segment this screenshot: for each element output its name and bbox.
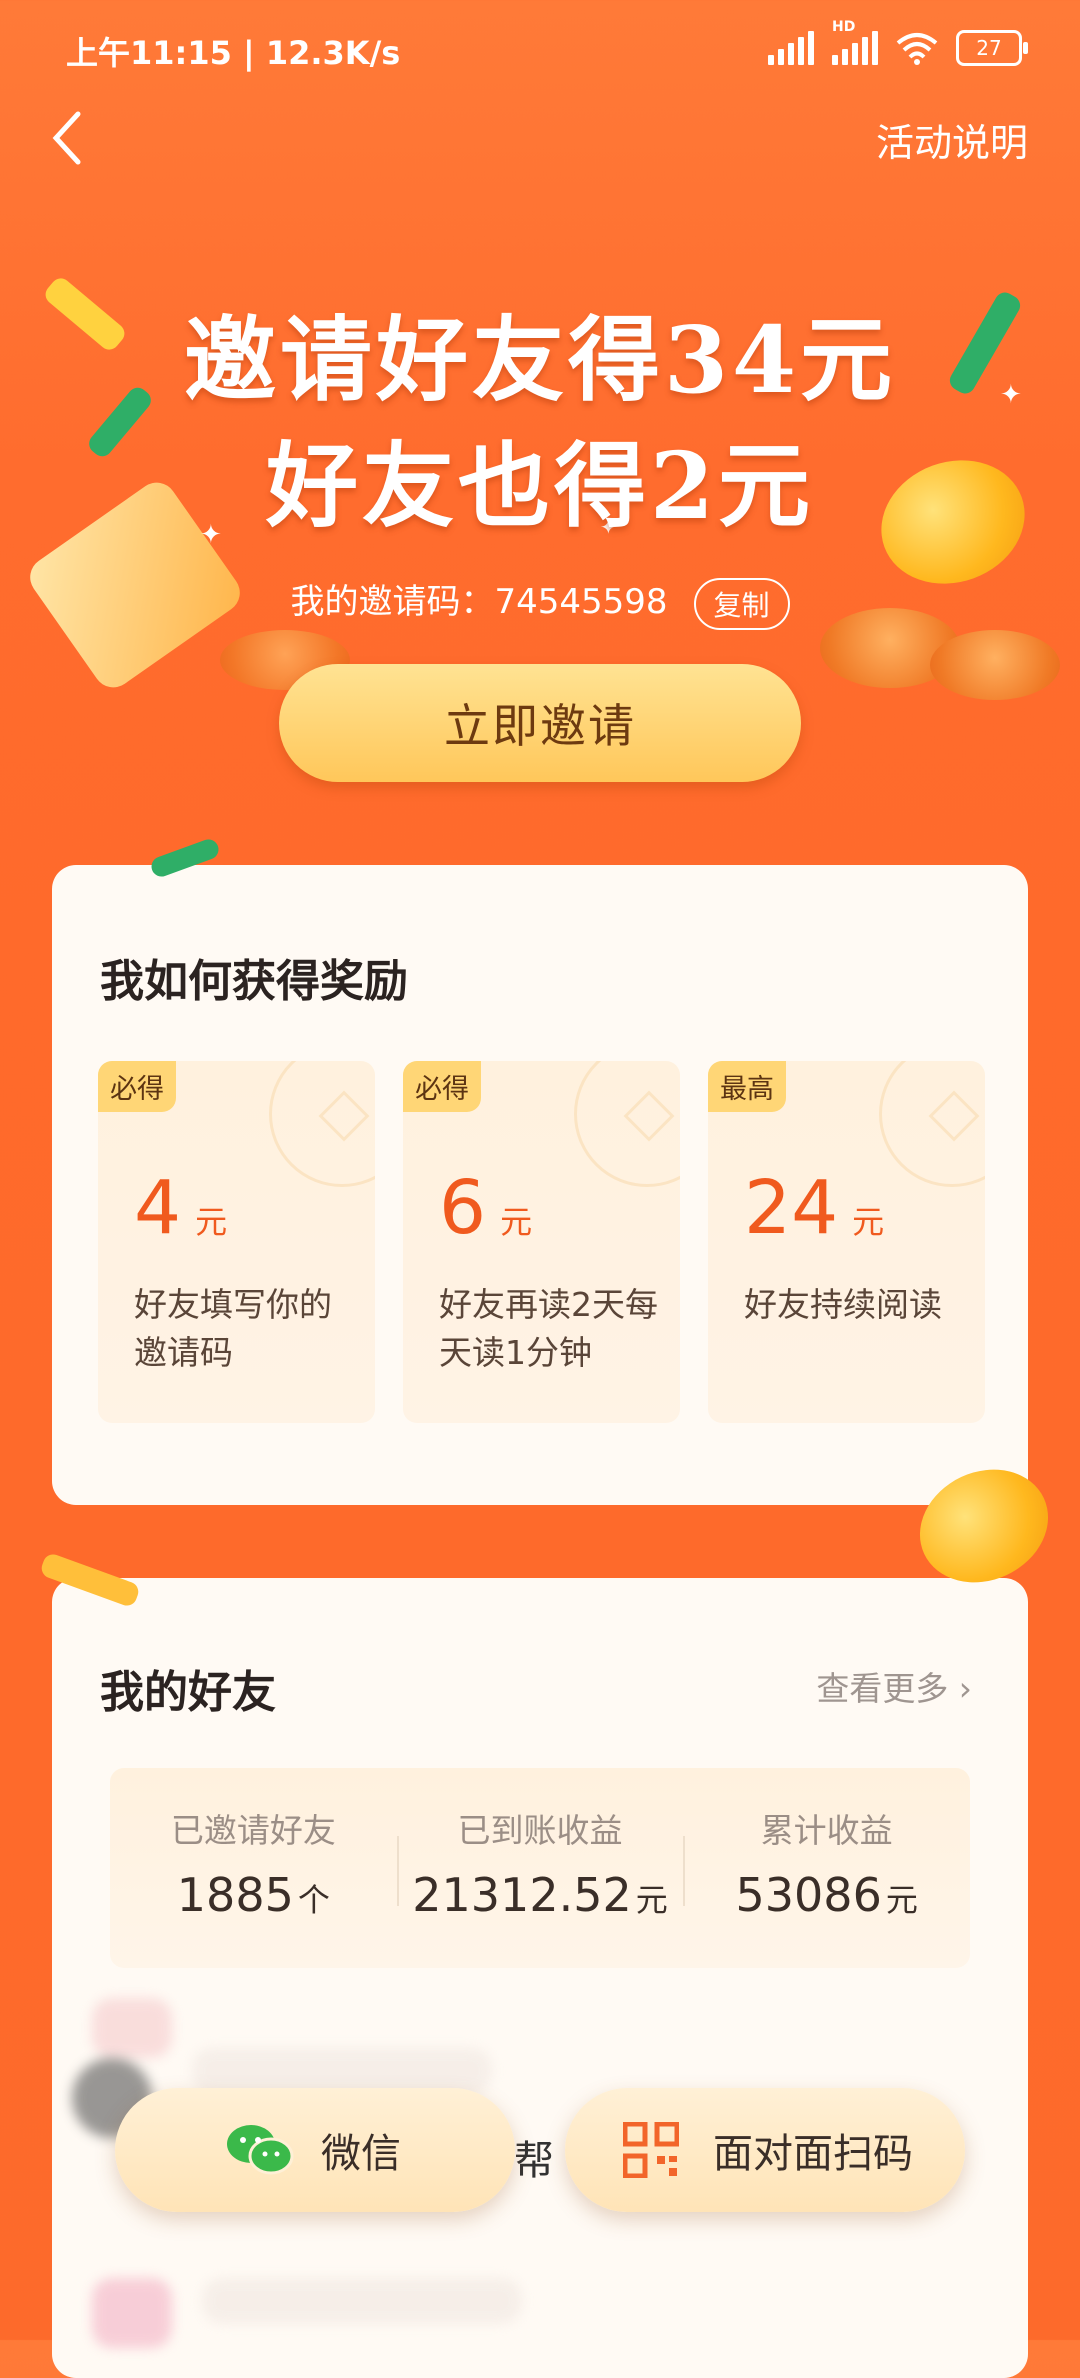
status-bar: 上午11:15 | 12.3K/s HD 27 [0, 0, 1080, 95]
friend-stats: 已邀请好友 1885 个 已到账收益 21312.52 元 累计收益 53086 元 [110, 1768, 970, 1968]
reward-tag: 必得 [98, 1061, 176, 1112]
blurred-friend-row [92, 2278, 172, 2348]
wechat-icon [225, 2122, 295, 2178]
signal-icon [768, 31, 814, 65]
reward-item: 必得 4元 好友填写你的邀请码 [98, 1061, 375, 1423]
coin-outline-decoration [269, 1061, 375, 1187]
reward-item: 必得 6元 好友再读2天每天读1分钟 [403, 1061, 680, 1423]
friend-row-partial-text: 帮 [514, 2138, 554, 2184]
chevron-left-icon [52, 111, 81, 165]
stat-unit: 个 [297, 1881, 330, 1919]
signal-hd-icon: HD [832, 19, 878, 65]
share-wechat-button[interactable]: 微信 [115, 2088, 515, 2212]
stat-received: 已到账收益 21312.52 元 [396, 1768, 684, 1968]
share-wechat-label: 微信 [321, 2131, 401, 2177]
reward-amount-value: 24 [744, 1165, 839, 1251]
copy-button[interactable]: 复制 [693, 577, 790, 630]
reward-tag: 最高 [708, 1061, 786, 1112]
reward-desc: 好友填写你的邀请码 [134, 1285, 332, 1372]
reward-desc: 好友再读2天每天读1分钟 [439, 1285, 658, 1372]
my-friends-title: 我的好友 [100, 1667, 276, 1718]
stat-number: 53086 [735, 1868, 882, 1922]
qr-code-icon [622, 2121, 680, 2179]
reward-unit: 元 [500, 1203, 533, 1241]
my-friends-card: 我的好友 查看更多 › 已邀请好友 1885 个 已到账收益 21312.52 元 … [52, 1578, 1028, 2378]
how-to-earn-card: 我如何获得奖励 必得 4元 好友填写你的邀请码 必得 6元 好友再读2天每天读1… [52, 865, 1028, 1505]
invite-code-row: 我的邀请码：74545598 复制 [0, 574, 1080, 630]
stat-label: 已邀请好友 [170, 1811, 336, 1850]
hd-label: HD [832, 19, 856, 35]
reward-amount-value: 4 [134, 1165, 182, 1251]
headline-secondary: 好友也得2元 [265, 432, 814, 540]
stat-number: 21312.52 [412, 1868, 632, 1922]
stat-unit: 元 [885, 1881, 918, 1919]
reward-tag: 必得 [403, 1061, 481, 1112]
battery-icon: 27 [956, 30, 1028, 66]
rules-link[interactable]: 活动说明 [876, 112, 1028, 167]
status-time: 上午11:15 | 12.3K/s [66, 34, 401, 72]
stat-value: 21312.52 元 [397, 1868, 684, 1922]
headline-primary: 邀请好友得34元 [183, 306, 897, 414]
invite-code-label: 我的邀请码：74545598 [290, 582, 668, 622]
reward-amount: 6元 [439, 1165, 532, 1251]
reward-amount: 4元 [134, 1165, 227, 1251]
stat-total: 累计收益 53086 元 [683, 1768, 970, 1968]
stat-invited: 已邀请好友 1885 个 [110, 1768, 397, 1968]
view-more-link[interactable]: 查看更多 › [816, 1662, 972, 1710]
reward-unit: 元 [852, 1203, 885, 1241]
wifi-icon [896, 33, 938, 65]
invite-now-button[interactable]: 立即邀请 [279, 664, 801, 782]
stat-value: 53086 元 [683, 1868, 970, 1922]
blurred-friend-row [202, 2278, 522, 2324]
how-to-earn-title: 我如何获得奖励 [100, 956, 408, 1007]
blurred-friend-row [92, 1998, 172, 2058]
stat-value: 1885 个 [110, 1868, 397, 1922]
reward-amount-value: 6 [439, 1165, 487, 1251]
reward-amount: 24 元 [744, 1165, 884, 1251]
stat-label: 已到账收益 [457, 1811, 623, 1850]
reward-item: 最高 24 元 好友持续阅读 [708, 1061, 985, 1423]
status-icons: HD 27 [768, 19, 1028, 66]
stat-unit: 元 [635, 1881, 668, 1919]
coin-outline-decoration [879, 1061, 985, 1187]
share-qr-label: 面对面扫码 [713, 2131, 913, 2177]
back-button[interactable] [48, 108, 98, 165]
reward-desc: 好友持续阅读 [744, 1285, 942, 1324]
stat-label: 累计收益 [760, 1811, 893, 1850]
coin-outline-decoration [574, 1061, 680, 1187]
stat-number: 1885 [176, 1868, 294, 1922]
share-qr-button[interactable]: 面对面扫码 [565, 2088, 965, 2212]
reward-unit: 元 [195, 1203, 228, 1241]
